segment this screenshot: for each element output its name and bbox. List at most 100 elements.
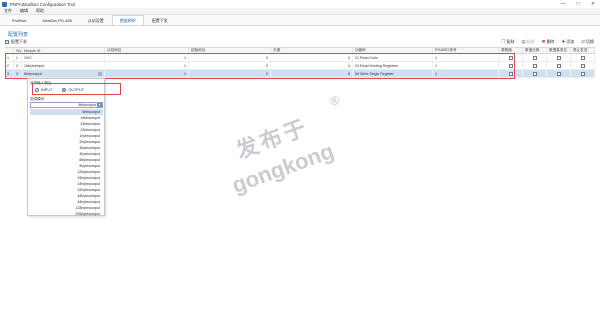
input-radio[interactable]: INPUT bbox=[35, 88, 52, 92]
value-swap-checkbox[interactable] bbox=[532, 63, 537, 68]
output-radio-label: OUTPUT bbox=[68, 88, 85, 92]
dropdown-arrow-icon[interactable] bbox=[98, 71, 102, 76]
header-byte-order[interactable]: 数据高低位 bbox=[547, 48, 571, 53]
add-button[interactable]: ✚ 添加 bbox=[561, 39, 574, 45]
cell-value-swap[interactable] bbox=[523, 62, 547, 69]
output-radio-dot[interactable] bbox=[62, 88, 67, 92]
disable-send-checkbox[interactable] bbox=[580, 71, 585, 76]
cell-module-id[interactable]: 16bytesinput bbox=[22, 62, 105, 69]
grid-header: Slot Module ID 从站地址 起始地址 长度 功能码 RS485口序号… bbox=[5, 47, 595, 54]
module-select[interactable]: 8bitsoutput ▼ bbox=[30, 102, 103, 108]
cell-length[interactable]: 8 bbox=[271, 70, 353, 77]
chevron-down-icon[interactable]: ▼ bbox=[97, 103, 102, 107]
cell-slot: 3 bbox=[14, 70, 22, 77]
value-swap-checkbox[interactable] bbox=[532, 71, 537, 76]
switch-label: 切换 bbox=[586, 39, 594, 44]
cell-value-swap[interactable] bbox=[523, 70, 547, 77]
header-disable-send[interactable]: 禁止发送 bbox=[571, 48, 595, 53]
header-slot[interactable]: Slot bbox=[14, 48, 22, 53]
byte-order-checkbox[interactable] bbox=[556, 55, 561, 60]
switch-button[interactable]: ⇄ 切换 bbox=[581, 39, 594, 45]
tab-profinet[interactable]: ProfiNet bbox=[4, 15, 34, 25]
header-rs485-port[interactable]: RS485口序号 bbox=[433, 48, 499, 53]
section-title: 配置列表 bbox=[8, 32, 29, 38]
cell-start-address[interactable]: 0 bbox=[189, 62, 271, 69]
module-option[interactable]: 256bytesoutput bbox=[30, 211, 103, 217]
cell-function-code[interactable]: 06 Write Single Register bbox=[353, 70, 433, 77]
cell-byte-order[interactable] bbox=[547, 62, 571, 69]
output-radio[interactable]: OUTPUT bbox=[62, 88, 84, 92]
switch-icon: ⇄ bbox=[581, 39, 585, 44]
header-slave-address[interactable]: 从站地址 bbox=[105, 48, 189, 53]
tab-slave-settings[interactable]: 从站设置 bbox=[80, 15, 112, 25]
module-id-value: 8bitsoutput bbox=[24, 71, 42, 76]
menu-help[interactable]: 帮助 bbox=[36, 8, 44, 14]
copy-button[interactable]: ❐ 复制 bbox=[501, 39, 514, 45]
download-icon bbox=[5, 40, 9, 44]
byte-order-checkbox[interactable] bbox=[556, 63, 561, 68]
cell-slave-address[interactable]: 1 bbox=[105, 70, 189, 77]
cell-raw-value[interactable] bbox=[499, 54, 523, 61]
module-option-list: 8bitsoutput 16bitsoutput 24bitsoutput 32… bbox=[30, 109, 103, 217]
cell-function-code[interactable]: 03 Read Holding Registers bbox=[353, 62, 433, 69]
header-module-id[interactable]: Module ID bbox=[22, 48, 105, 53]
cell-disable-send[interactable] bbox=[571, 54, 595, 61]
table-row[interactable]: 2 2 16bytesinput 1 0 4 03 Read Holding R… bbox=[5, 62, 595, 70]
header-length[interactable]: 长度 bbox=[271, 48, 353, 53]
row-index: 1 bbox=[5, 54, 14, 61]
delete-button[interactable]: ✖ 删除 bbox=[542, 39, 555, 45]
raw-value-checkbox[interactable] bbox=[508, 71, 513, 76]
disable-send-checkbox[interactable] bbox=[580, 55, 585, 60]
tab-config-download[interactable]: 配置下发 bbox=[144, 15, 176, 25]
cell-raw-value[interactable] bbox=[499, 62, 523, 69]
copy-icon: ❐ bbox=[501, 39, 506, 44]
cell-start-address[interactable]: 0 bbox=[189, 54, 271, 61]
cell-byte-order[interactable] bbox=[547, 54, 571, 61]
table-row-selected[interactable]: 3 3 8bitsoutput 1 0 8 06 Write Single Re… bbox=[5, 70, 595, 78]
cell-function-code[interactable]: 01 Read Coils bbox=[353, 54, 433, 61]
cell-start-address[interactable]: 0 bbox=[189, 70, 271, 77]
config-download-label: 配置下发 bbox=[11, 39, 27, 44]
cell-length[interactable]: 0 bbox=[271, 54, 353, 61]
cell-disable-send[interactable] bbox=[571, 62, 595, 69]
cell-raw-value[interactable] bbox=[499, 70, 523, 77]
maximize-button[interactable]: □ bbox=[573, 1, 583, 7]
paste-label: 粘贴 bbox=[526, 39, 535, 44]
raw-value-checkbox[interactable] bbox=[508, 63, 513, 68]
cell-value-swap[interactable] bbox=[523, 54, 547, 61]
menu-edit[interactable]: 编辑 bbox=[20, 8, 28, 14]
cell-disable-send[interactable] bbox=[571, 70, 595, 77]
watermark: 发布于 gongkong ® bbox=[191, 93, 369, 225]
copy-label: 复制 bbox=[506, 39, 515, 44]
paste-button[interactable]: ▤ 粘贴 bbox=[521, 39, 534, 45]
config-download-button[interactable]: 配置下发 bbox=[5, 39, 27, 45]
delete-label: 删除 bbox=[546, 39, 555, 44]
tab-data-mapping[interactable]: 数据映射 bbox=[111, 15, 144, 25]
cell-slave-address[interactable]: 1 bbox=[105, 54, 189, 61]
cell-length[interactable]: 4 bbox=[271, 62, 353, 69]
table-row[interactable]: 1 1 1lVC 1 0 0 01 Read Coils 1 bbox=[5, 54, 595, 62]
disable-send-checkbox[interactable] bbox=[580, 63, 585, 68]
header-function-code[interactable]: 功能码 bbox=[353, 48, 433, 53]
cell-module-id[interactable]: 1lVC bbox=[22, 54, 105, 61]
cell-rs485-port[interactable]: 1 bbox=[433, 70, 499, 77]
header-raw-value[interactable]: 原数值 bbox=[499, 48, 523, 53]
close-button[interactable]: ✕ bbox=[588, 1, 598, 7]
cell-module-id[interactable]: 8bitsoutput bbox=[22, 70, 105, 77]
config-grid: Slot Module ID 从站地址 起始地址 长度 功能码 RS485口序号… bbox=[5, 47, 595, 78]
value-swap-checkbox[interactable] bbox=[532, 55, 537, 60]
cell-byte-order[interactable] bbox=[547, 70, 571, 77]
input-radio-dot[interactable] bbox=[35, 88, 39, 92]
header-value-swap[interactable]: 数值交换 bbox=[523, 48, 547, 53]
tab-modbus[interactable]: ModBus RS-485 bbox=[34, 15, 79, 25]
menu-file[interactable]: 文件 bbox=[4, 8, 12, 14]
minimize-button[interactable]: — bbox=[558, 1, 568, 7]
byte-order-checkbox[interactable] bbox=[556, 71, 561, 76]
cell-slave-address[interactable]: 1 bbox=[105, 62, 189, 69]
header-start-address[interactable]: 起始地址 bbox=[189, 48, 271, 53]
menu-bar: 文件 编辑 帮助 bbox=[0, 8, 600, 15]
app-icon bbox=[2, 1, 7, 7]
raw-value-checkbox[interactable] bbox=[508, 55, 513, 60]
cell-rs485-port[interactable]: 1 bbox=[433, 62, 499, 69]
cell-rs485-port[interactable]: 1 bbox=[433, 54, 499, 61]
